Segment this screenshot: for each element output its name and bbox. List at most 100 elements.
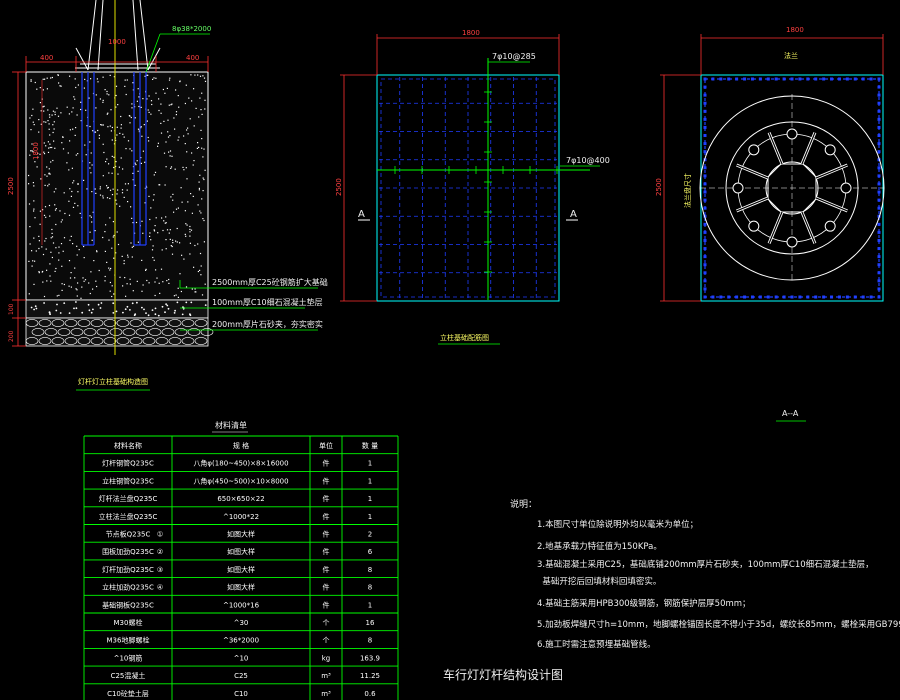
concrete-speck: [134, 162, 136, 164]
table-cell-unit: 个: [323, 637, 330, 645]
concrete-speck: [132, 290, 134, 292]
table-cell-qty: 1: [368, 513, 372, 521]
edge-rebar-dot: [845, 295, 849, 299]
concrete-speck: [204, 169, 206, 171]
section-mark-right: A: [570, 209, 577, 220]
concrete-speck: [168, 151, 170, 153]
concrete-speck: [160, 132, 163, 134]
concrete-speck: [102, 175, 104, 177]
concrete-speck: [60, 85, 62, 87]
edge-rebar-dot: [703, 77, 707, 81]
concrete-speck: [89, 167, 91, 169]
concrete-speck: [61, 219, 63, 221]
gravel-dot: [81, 311, 84, 314]
concrete-speck: [77, 84, 79, 86]
concrete-speck: [132, 82, 134, 84]
concrete-speck: [54, 270, 56, 272]
concrete-speck: [49, 215, 51, 217]
concrete-speck: [98, 137, 100, 139]
concrete-speck: [111, 139, 113, 141]
concrete-speck: [200, 129, 202, 131]
concrete-speck: [199, 269, 201, 271]
concrete-speck: [168, 104, 170, 106]
concrete-speck: [204, 283, 206, 285]
concrete-speck: [73, 180, 75, 182]
concrete-speck: [105, 161, 107, 163]
edge-rebar-dot: [877, 134, 881, 138]
concrete-speck: [51, 228, 53, 231]
gravel-dot: [126, 305, 129, 308]
concrete-speck: [151, 103, 153, 106]
concrete-speck: [140, 162, 142, 164]
gravel-dot: [55, 309, 58, 312]
concrete-speck: [28, 293, 30, 295]
concrete-speck: [135, 221, 138, 224]
concrete-speck: [100, 124, 102, 126]
concrete-speck: [109, 290, 111, 292]
concrete-speck: [137, 88, 139, 90]
edge-rebar-dot: [877, 101, 881, 105]
concrete-speck: [148, 140, 150, 142]
table-header-cell: 材料名称: [114, 441, 142, 450]
concrete-speck: [112, 188, 114, 190]
concrete-speck: [186, 151, 188, 153]
concrete-speck: [204, 108, 206, 110]
concrete-speck: [187, 127, 189, 129]
edge-rebar-dot: [837, 77, 841, 81]
rebar-top-label: 7φ10@285: [492, 52, 536, 61]
concrete-speck: [34, 217, 36, 219]
dim-top-mid: 1000: [108, 38, 126, 46]
concrete-speck: [52, 110, 54, 112]
concrete-speck: [96, 250, 98, 252]
concrete-speck: [169, 150, 172, 152]
gravel-dot: [100, 302, 103, 304]
concrete-speck: [106, 90, 108, 93]
concrete-speck: [159, 292, 161, 294]
table-cell-name: C25混凝土: [111, 671, 146, 680]
table-cell-qty: 8: [368, 637, 372, 645]
table-cell-spec: 八角φ(450~500)×10×8000: [193, 476, 288, 485]
concrete-speck: [52, 159, 54, 162]
concrete-speck: [33, 185, 35, 187]
edge-rebar-dot: [703, 198, 707, 202]
gravel-dot: [59, 312, 62, 314]
edge-rebar-dot: [877, 279, 881, 283]
gravel-dot: [174, 309, 177, 312]
concrete-speck: [60, 112, 62, 114]
concrete-speck: [177, 139, 179, 141]
concrete-speck: [50, 251, 52, 253]
concrete-speck: [201, 147, 203, 149]
concrete-speck: [68, 285, 70, 287]
flange-dim-height: 2500: [655, 178, 663, 196]
concrete-speck: [48, 168, 50, 170]
concrete-speck: [106, 93, 108, 95]
concrete-speck: [58, 252, 60, 254]
concrete-speck: [193, 160, 195, 162]
concrete-speck: [66, 106, 68, 108]
concrete-speck: [50, 280, 52, 282]
edge-rebar-dot: [822, 77, 826, 81]
concrete-speck: [34, 81, 36, 84]
concrete-speck: [36, 88, 38, 90]
concrete-speck: [124, 183, 127, 185]
table-cell-unit: 个: [323, 619, 330, 627]
table-cell-name: M36地脚螺栓: [107, 636, 150, 645]
concrete-speck: [80, 297, 82, 299]
concrete-speck: [204, 80, 207, 82]
concrete-speck: [161, 217, 163, 219]
concrete-speck: [194, 288, 196, 290]
edge-rebar-dot: [766, 295, 770, 299]
table-cell-unit: kg: [322, 654, 331, 662]
concrete-speck: [106, 261, 108, 263]
concrete-speck: [31, 265, 33, 267]
concrete-speck: [168, 282, 170, 284]
concrete-speck: [33, 124, 35, 126]
concrete-speck: [91, 221, 93, 223]
note-1: 1.本图尺寸单位除说明外均以毫米为单位；: [537, 519, 698, 530]
concrete-speck: [129, 122, 131, 124]
concrete-speck: [160, 112, 162, 114]
concrete-speck: [202, 190, 204, 192]
concrete-speck: [150, 113, 152, 115]
concrete-speck: [189, 253, 191, 255]
concrete-speck: [28, 260, 30, 262]
